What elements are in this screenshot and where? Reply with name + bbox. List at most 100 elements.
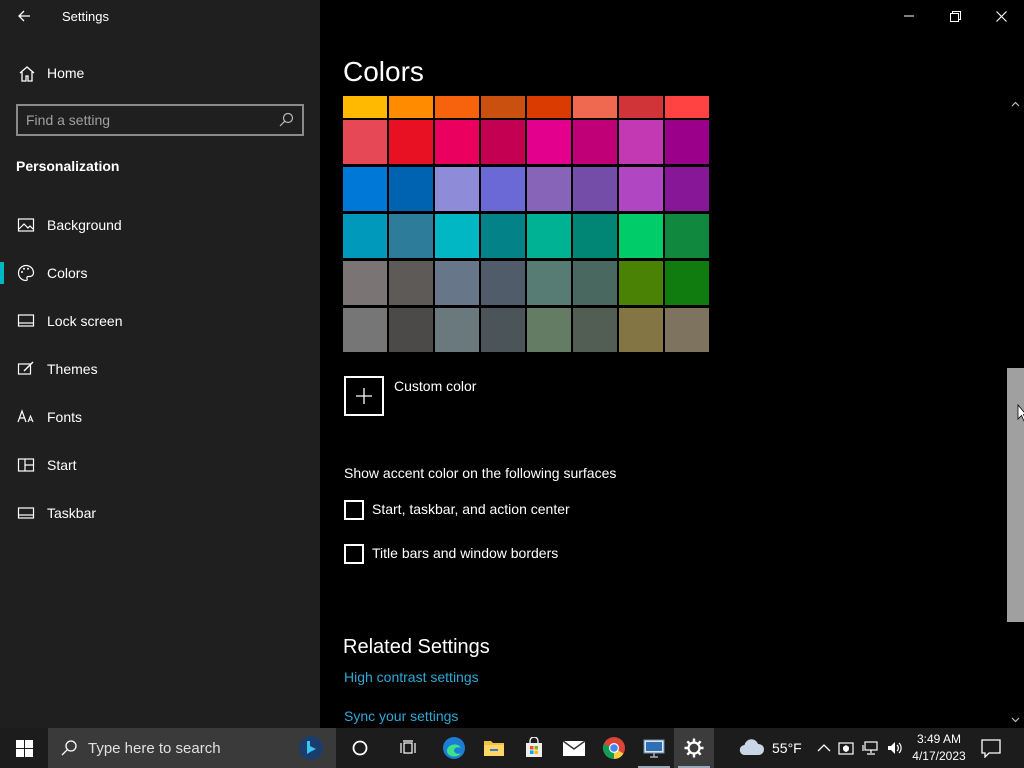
color-swatch[interactable]	[343, 214, 387, 258]
color-swatch[interactable]	[527, 308, 571, 352]
chrome-button[interactable]	[594, 728, 634, 768]
notification-icon[interactable]	[980, 738, 1002, 758]
nav-item-colors[interactable]: Colors	[0, 255, 320, 291]
color-swatch[interactable]	[527, 261, 571, 305]
color-swatch[interactable]	[573, 214, 617, 258]
store-button[interactable]	[514, 728, 554, 768]
checkbox[interactable]	[344, 500, 364, 520]
scroll-up-arrow[interactable]	[1007, 96, 1024, 112]
nav-item-label: Start	[47, 457, 77, 473]
color-swatch[interactable]	[619, 96, 663, 118]
color-swatch[interactable]	[389, 308, 433, 352]
color-swatch[interactable]	[481, 120, 525, 164]
nav-item-fonts[interactable]: Fonts	[0, 399, 320, 435]
color-swatch[interactable]	[343, 167, 387, 211]
close-button[interactable]	[978, 0, 1024, 32]
checkbox-title-bars[interactable]: Title bars and window borders	[344, 544, 744, 566]
color-swatch[interactable]	[481, 167, 525, 211]
color-swatch[interactable]	[573, 308, 617, 352]
file-explorer-button[interactable]	[474, 728, 514, 768]
color-swatch[interactable]	[573, 167, 617, 211]
nav-item-taskbar[interactable]: Taskbar	[0, 495, 320, 531]
color-swatch[interactable]	[527, 96, 571, 118]
color-swatch[interactable]	[481, 214, 525, 258]
bing-icon[interactable]	[298, 735, 324, 761]
color-swatch[interactable]	[343, 261, 387, 305]
security-shield-icon[interactable]	[837, 739, 855, 757]
color-swatch[interactable]	[665, 120, 709, 164]
nav-item-label: Taskbar	[47, 505, 97, 521]
color-swatch[interactable]	[619, 261, 663, 305]
color-swatch[interactable]	[527, 214, 571, 258]
find-setting-search[interactable]	[16, 104, 304, 136]
nav-item-start[interactable]: Start	[0, 447, 320, 483]
nav-item-background[interactable]: Background	[0, 207, 320, 243]
custom-color-label: Custom color	[394, 378, 477, 394]
checkbox[interactable]	[344, 544, 364, 564]
nav-item-lock-screen[interactable]: Lock screen	[0, 303, 320, 339]
settings-gear-icon	[684, 738, 704, 758]
weather-temperature[interactable]: 55°F	[772, 740, 802, 756]
color-swatch[interactable]	[573, 120, 617, 164]
color-swatch[interactable]	[435, 120, 479, 164]
minimize-button[interactable]	[886, 0, 932, 32]
color-swatch[interactable]	[665, 261, 709, 305]
color-swatch[interactable]	[343, 96, 387, 118]
custom-color-button[interactable]	[344, 376, 384, 416]
selection-indicator	[0, 262, 4, 284]
color-swatch[interactable]	[665, 96, 709, 118]
color-swatch[interactable]	[619, 120, 663, 164]
color-swatch[interactable]	[435, 167, 479, 211]
volume-icon[interactable]	[886, 739, 904, 757]
restore-button[interactable]	[932, 0, 978, 32]
nav-item-label: Lock screen	[47, 313, 123, 329]
color-swatch[interactable]	[343, 308, 387, 352]
nav-home[interactable]: Home	[0, 58, 320, 90]
remote-desktop-button[interactable]	[634, 728, 674, 768]
checkbox-start-taskbar[interactable]: Start, taskbar, and action center	[344, 500, 744, 522]
back-button[interactable]	[10, 4, 38, 28]
color-swatch[interactable]	[527, 120, 571, 164]
cortana-button[interactable]	[340, 728, 380, 768]
color-swatch[interactable]	[389, 120, 433, 164]
color-swatch[interactable]	[481, 261, 525, 305]
color-swatch[interactable]	[343, 120, 387, 164]
task-view-button[interactable]	[388, 728, 428, 768]
color-swatch[interactable]	[481, 96, 525, 118]
color-swatch[interactable]	[481, 308, 525, 352]
color-swatch[interactable]	[573, 96, 617, 118]
color-swatch[interactable]	[435, 96, 479, 118]
taskbar-clock[interactable]: 3:49 AM 4/17/2023	[906, 731, 972, 765]
color-swatch[interactable]	[389, 167, 433, 211]
color-swatch[interactable]	[435, 308, 479, 352]
search-input[interactable]	[26, 111, 276, 129]
color-swatch[interactable]	[435, 261, 479, 305]
edge-taskbar-button[interactable]	[434, 728, 474, 768]
high-contrast-link[interactable]: High contrast settings	[344, 669, 479, 685]
color-swatch[interactable]	[389, 96, 433, 118]
color-swatch[interactable]	[665, 308, 709, 352]
color-swatch[interactable]	[665, 167, 709, 211]
file-explorer-icon	[484, 741, 504, 756]
nav-item-label: Fonts	[47, 409, 83, 425]
network-icon[interactable]	[862, 739, 880, 757]
color-swatch[interactable]	[389, 214, 433, 258]
taskbar-search-box[interactable]: Type here to search	[48, 728, 336, 768]
color-swatch[interactable]	[619, 167, 663, 211]
color-swatch[interactable]	[665, 214, 709, 258]
color-swatch[interactable]	[619, 308, 663, 352]
color-swatch[interactable]	[619, 214, 663, 258]
color-swatch[interactable]	[389, 261, 433, 305]
color-swatch[interactable]	[573, 261, 617, 305]
scroll-down-arrow[interactable]	[1007, 712, 1024, 728]
color-swatch[interactable]	[527, 167, 571, 211]
color-swatch[interactable]	[435, 214, 479, 258]
nav-item-themes[interactable]: Themes	[0, 351, 320, 387]
chevron-up-icon[interactable]	[815, 739, 833, 757]
start-button[interactable]	[0, 728, 48, 768]
mail-button[interactable]	[554, 728, 594, 768]
sync-settings-link[interactable]: Sync your settings	[344, 708, 458, 724]
cloud-icon[interactable]	[738, 738, 766, 758]
settings-taskbar-button[interactable]	[674, 728, 714, 768]
themes-brush-icon	[17, 361, 34, 375]
